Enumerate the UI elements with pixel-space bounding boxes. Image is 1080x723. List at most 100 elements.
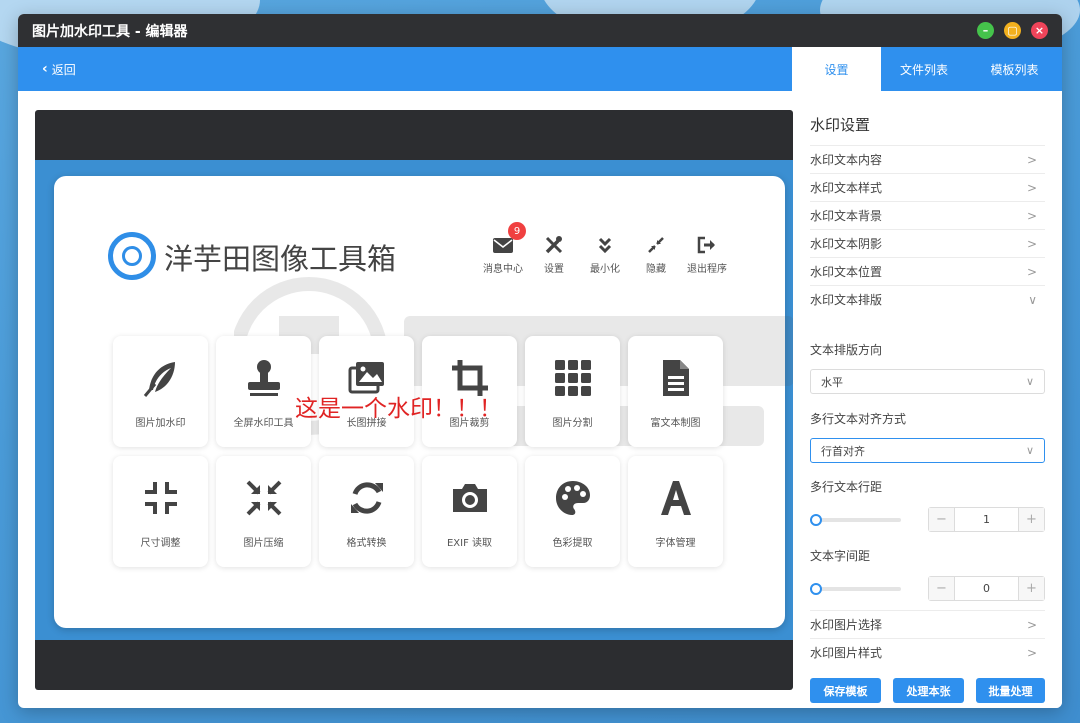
- tool-grid: 图片加水印 全屏水印工具 长图拼接 图片裁剪 图片分割 富文本制图 尺寸调整 图…: [113, 336, 723, 567]
- letter-spacing-value[interactable]: 0: [954, 577, 1019, 600]
- line-spacing-value[interactable]: 1: [954, 508, 1019, 531]
- direction-select[interactable]: 水平 ∨: [810, 369, 1045, 394]
- chevron-left-icon: ‹: [42, 61, 48, 77]
- action-buttons: 保存模板 处理本张 批量处理: [810, 678, 1045, 703]
- minimize-button[interactable]: –: [977, 22, 994, 39]
- section-watermark-text-layout[interactable]: 水印文本排版 ∨: [810, 285, 1045, 313]
- letter-spacing-label: 文本字间距: [810, 549, 871, 563]
- tool-label: 字体管理: [655, 538, 696, 549]
- top-icon-label: 设置: [544, 264, 564, 275]
- top-icon-label: 退出程序: [687, 264, 727, 275]
- align-value: 行首对齐: [821, 444, 865, 458]
- slider-handle[interactable]: [810, 583, 822, 595]
- chevron-right-icon: >: [1026, 264, 1037, 279]
- section-label: 水印文本阴影: [810, 237, 883, 251]
- brand-logo-icon: [108, 232, 156, 280]
- tab-file-list[interactable]: 文件列表: [881, 47, 967, 91]
- letter-spacing-stepper: − 0 +: [928, 576, 1045, 601]
- tool-label: 图片分割: [552, 418, 593, 429]
- grid-icon: [551, 358, 595, 398]
- tool-label: 图片压缩: [243, 538, 284, 549]
- maximize-button[interactable]: ▢: [1004, 22, 1021, 39]
- tab-settings[interactable]: 设置: [792, 47, 881, 91]
- compress-icon: [242, 478, 286, 518]
- increment-button[interactable]: +: [1019, 577, 1044, 600]
- settings-panel: 水印设置 水印文本内容 > 水印文本样式 > 水印文本背景 > 水印文本阴影 > 水印文…: [810, 91, 1062, 708]
- nav-bar: ‹ 返回 设置 文件列表 模板列表: [18, 47, 1062, 91]
- tool-split: 图片分割: [525, 336, 620, 447]
- section-watermark-text-shadow[interactable]: 水印文本阴影 >: [810, 229, 1045, 257]
- top-icon-label: 消息中心: [483, 264, 523, 275]
- tool-compress: 图片压缩: [216, 456, 311, 567]
- section-watermark-image-select[interactable]: 水印图片选择 >: [810, 610, 1045, 638]
- compress-arrows-icon: [647, 234, 665, 256]
- preview-canvas[interactable]: 洋芋田图像工具箱 9 消息中心 设置 最小化 隐藏 退出程序 图片加水印 全屏水…: [35, 110, 793, 690]
- tools-icon: [544, 234, 564, 256]
- process-current-button[interactable]: 处理本张: [893, 678, 964, 703]
- section-watermark-text-style[interactable]: 水印文本样式 >: [810, 173, 1045, 201]
- tool-rich-text: 富文本制图: [628, 336, 723, 447]
- section-watermark-image-style[interactable]: 水印图片样式 >: [810, 638, 1045, 666]
- back-label: 返回: [51, 62, 76, 77]
- tool-label: 尺寸调整: [140, 538, 181, 549]
- line-spacing-slider[interactable]: [810, 514, 901, 526]
- settings-sections: 水印文本内容 > 水印文本样式 > 水印文本背景 > 水印文本阴影 > 水印文本位置 > …: [810, 145, 1045, 313]
- font-icon: [654, 478, 698, 518]
- feather-icon: [139, 358, 183, 398]
- tool-watermark: 图片加水印: [113, 336, 208, 447]
- stamp-icon: [242, 358, 286, 398]
- batch-process-button[interactable]: 批量处理: [976, 678, 1045, 703]
- tool-font-manage: 字体管理: [628, 456, 723, 567]
- decrement-button[interactable]: −: [929, 508, 954, 531]
- tool-label: 富文本制图: [650, 418, 701, 429]
- preview-minimize: 最小化: [580, 234, 630, 275]
- section-label: 水印图片样式: [810, 646, 883, 660]
- section-watermark-text-content[interactable]: 水印文本内容 >: [810, 145, 1045, 173]
- title-bar: 图片加水印工具 - 编辑器 – ▢ ×: [18, 14, 1062, 47]
- tool-format-convert: 格式转换: [319, 456, 414, 567]
- close-button[interactable]: ×: [1031, 22, 1048, 39]
- letter-spacing-slider[interactable]: [810, 583, 901, 595]
- section-label: 水印图片选择: [810, 618, 883, 632]
- brand-name: 洋芋田图像工具箱: [164, 242, 397, 276]
- image-settings-sections: 水印图片选择 > 水印图片样式 >: [810, 610, 1045, 666]
- preview-image: 洋芋田图像工具箱 9 消息中心 设置 最小化 隐藏 退出程序 图片加水印 全屏水…: [35, 160, 793, 640]
- preview-settings: 设置: [529, 234, 579, 275]
- chevron-down-icon: ∨: [1025, 375, 1034, 388]
- exit-icon: [697, 234, 717, 256]
- watermark-text-overlay[interactable]: 这是一个水印！！！: [295, 389, 502, 423]
- chevron-down-icon: ∨: [1028, 292, 1037, 307]
- chevron-right-icon: >: [1026, 236, 1037, 251]
- tool-label: 图片加水印: [135, 418, 186, 429]
- section-label: 水印文本内容: [810, 153, 883, 167]
- section-watermark-text-background[interactable]: 水印文本背景 >: [810, 201, 1045, 229]
- app-screenshot-card: 洋芋田图像工具箱 9 消息中心 设置 最小化 隐藏 退出程序 图片加水印 全屏水…: [54, 176, 793, 628]
- chevron-right-icon: >: [1026, 208, 1037, 223]
- line-spacing-stepper: − 1 +: [928, 507, 1045, 532]
- preview-top-icons: 9 消息中心 设置 最小化 隐藏 退出程序: [478, 222, 733, 275]
- camera-icon: [448, 478, 492, 518]
- app-window: 图片加水印工具 - 编辑器 – ▢ × ‹ 返回 设置 文件列表 模板列表 洋芋…: [18, 14, 1062, 708]
- back-button[interactable]: ‹ 返回: [18, 47, 792, 91]
- tool-color-extract: 色彩提取: [525, 456, 620, 567]
- section-watermark-text-position[interactable]: 水印文本位置 >: [810, 257, 1045, 285]
- chevron-down-icon: ∨: [1025, 444, 1034, 457]
- align-select[interactable]: 行首对齐 ∨: [810, 438, 1045, 463]
- section-label: 水印文本位置: [810, 265, 883, 279]
- preview-hide: 隐藏: [631, 234, 681, 275]
- line-spacing-label: 多行文本行距: [810, 480, 883, 494]
- save-template-button[interactable]: 保存模板: [810, 678, 881, 703]
- align-label: 多行文本对齐方式: [810, 412, 907, 426]
- tool-label: 色彩提取: [552, 538, 593, 549]
- section-label: 水印文本背景: [810, 209, 883, 223]
- refresh-icon: [345, 478, 389, 518]
- increment-button[interactable]: +: [1019, 508, 1044, 531]
- slider-handle[interactable]: [810, 514, 822, 526]
- window-title: 图片加水印工具 - 编辑器: [32, 23, 188, 40]
- document-icon: [654, 358, 698, 398]
- message-count-badge: 9: [508, 222, 526, 240]
- tab-template-list[interactable]: 模板列表: [967, 47, 1062, 91]
- palette-icon: [551, 478, 595, 518]
- chevron-right-icon: >: [1026, 617, 1037, 632]
- decrement-button[interactable]: −: [929, 577, 954, 600]
